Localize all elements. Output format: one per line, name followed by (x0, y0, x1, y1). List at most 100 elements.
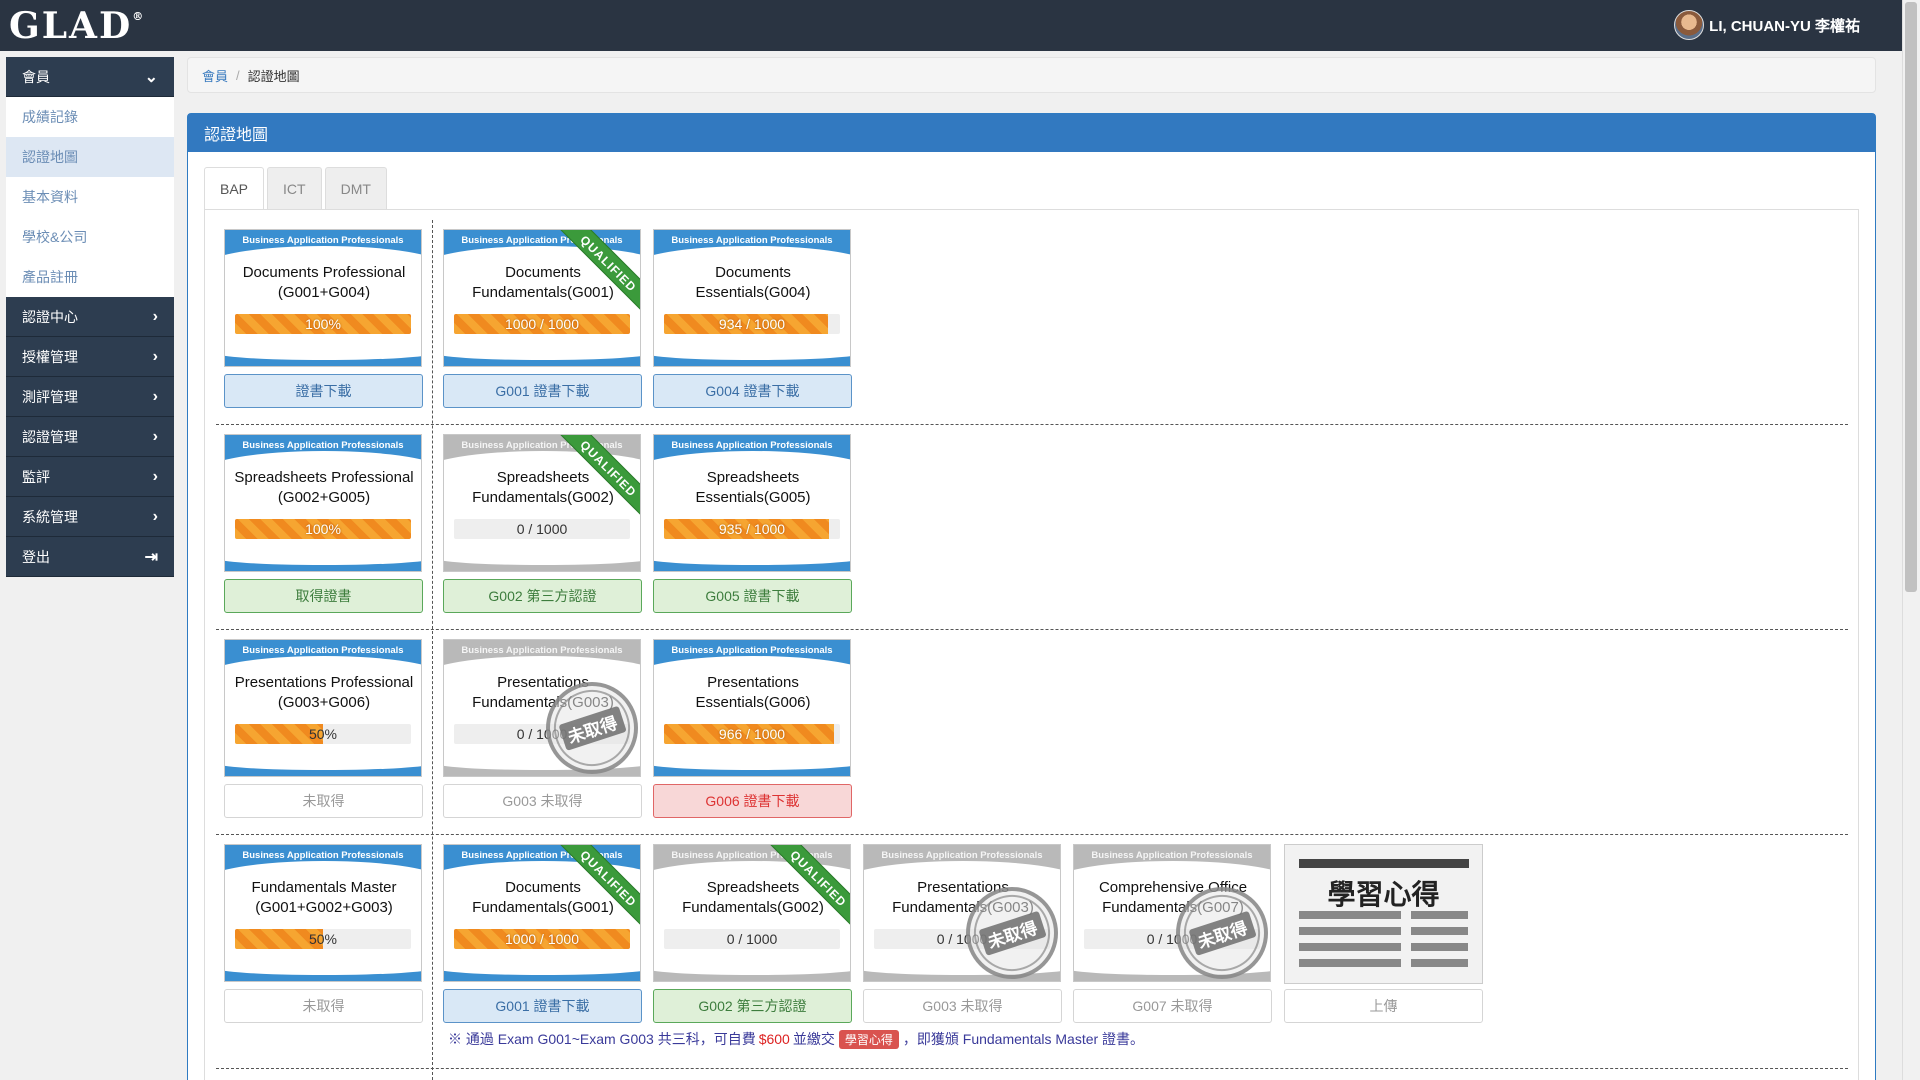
score-progress-bar: 100% (235, 519, 411, 539)
card-footer-arc (444, 346, 640, 360)
breadcrumb: 會員 / 認證地圖 (187, 57, 1876, 93)
sidebar-sub-score-records[interactable]: 成績記錄 (6, 97, 174, 137)
cert-card[interactable]: Business Application Professionals Spread… (653, 844, 851, 982)
cert-action-button[interactable]: 取得證書 (224, 579, 423, 613)
sidebar-sub-cert-map[interactable]: 認證地圖 (6, 137, 174, 177)
cert-card[interactable]: Business Application Professionals Docume… (653, 229, 851, 367)
cert-card[interactable]: Business Application Professionals Docume… (443, 229, 641, 367)
card-title-line: Spreadsheets Professional (234, 469, 414, 486)
cert-action-button[interactable]: G003 未取得 (443, 784, 642, 818)
card-brand-label: Business Application Professionals (671, 850, 833, 861)
sidebar: 會員 ⌄ 成績記錄 認證地圖 基本資料 學校&公司 產品註冊 認證中心 › 授權管… (6, 57, 174, 577)
card-title-line: Documents (715, 264, 791, 281)
cert-card[interactable]: Business Application Professionals Presen… (224, 639, 422, 777)
score-progress-bar: 935 / 1000 (664, 519, 840, 539)
note-price: $600 (758, 1031, 790, 1047)
user-menu[interactable]: LI, CHUAN-YU 李權祐 (1674, 10, 1860, 40)
cert-card[interactable]: Business Application Professionals Docume… (224, 229, 422, 367)
cert-card[interactable]: Business Application Professionals Spread… (443, 434, 641, 572)
cert-action-button[interactable]: 證書下載 (224, 374, 423, 408)
notes-header-bar (1299, 859, 1469, 868)
note-prefix: ※ 通過 Exam G001~Exam G003 共三科，可自費 (448, 1031, 756, 1047)
cert-action-button[interactable]: 未取得 (224, 784, 423, 818)
breadcrumb-current: 認證地圖 (247, 68, 300, 84)
cert-card[interactable]: Business Application Professionals Presen… (863, 844, 1061, 982)
cert-card[interactable]: Business Application Professionals Presen… (653, 639, 851, 777)
card-footer-arc (444, 551, 640, 565)
study-notes-card[interactable]: 學習心得 (1284, 844, 1483, 984)
progress-text: 1000 / 1000 (505, 316, 579, 332)
cert-action-button[interactable]: G006 證書下載 (653, 784, 852, 818)
sidebar-item-label: 認證管理 (22, 428, 78, 445)
sidebar-item-assessment-mgmt[interactable]: 測評管理 › (6, 377, 174, 417)
progress-text: 100% (305, 521, 341, 537)
cert-action-button[interactable]: G002 第三方認證 (653, 989, 852, 1023)
sidebar-item-system-mgmt[interactable]: 系統管理 › (6, 497, 174, 537)
notes-text-line (1299, 943, 1401, 951)
cert-action-button[interactable]: G001 證書下載 (443, 374, 642, 408)
cert-action-button[interactable]: G004 證書下載 (653, 374, 852, 408)
cert-card[interactable]: Business Application Professionals Fundam… (224, 844, 422, 982)
card-brand-label: Business Application Professionals (461, 850, 623, 861)
cert-action-button[interactable]: G007 未取得 (1073, 989, 1272, 1023)
sidebar-item-member[interactable]: 會員 ⌄ (6, 57, 174, 97)
logo-registered-mark: ® (132, 10, 144, 23)
tab-bap[interactable]: BAP (204, 167, 265, 209)
sidebar-item-proctor[interactable]: 監評 › (6, 457, 174, 497)
cert-action-button[interactable]: 上傳 (1284, 989, 1483, 1023)
avatar (1674, 10, 1705, 40)
sidebar-sub-school-company[interactable]: 學校&公司 (6, 217, 174, 257)
cert-action-button[interactable]: G003 未取得 (863, 989, 1062, 1023)
sidebar-item-license-mgmt[interactable]: 授權管理 › (6, 337, 174, 377)
card-brand-label: Business Application Professionals (242, 235, 404, 246)
cert-card[interactable]: Business Application Professionals Spread… (224, 434, 422, 572)
sidebar-sub-basic-info[interactable]: 基本資料 (6, 177, 174, 217)
card-title: Presentations Essentials(G006) (658, 673, 848, 713)
study-notes-title: 學習心得 (1327, 879, 1440, 910)
score-progress-bar: 1000 / 1000 (454, 929, 630, 949)
cert-action-button[interactable]: G001 證書下載 (443, 989, 642, 1023)
cert-card[interactable]: Business Application Professionals Docume… (443, 844, 641, 982)
score-progress-bar: 1000 / 1000 (454, 314, 630, 334)
score-progress-bar: 0 / 1000 (664, 929, 840, 949)
card-title: Documents Professional (G001+G004) (229, 263, 419, 303)
stamp-label: 未取得 (1187, 910, 1257, 956)
card-title-line: (G003+G006) (277, 694, 371, 711)
cert-action-button[interactable]: 未取得 (224, 989, 423, 1023)
sidebar-item-cert-center[interactable]: 認證中心 › (6, 297, 174, 337)
page-scrollbar[interactable] (1902, 0, 1920, 1080)
tab-ict[interactable]: ICT (267, 167, 322, 209)
card-title-line: (G001+G004) (277, 284, 371, 301)
card-footer-arc (444, 961, 640, 975)
breadcrumb-separator: / (236, 67, 240, 83)
card-title-line: Documents Professional (242, 264, 406, 281)
cert-action-button[interactable]: G002 第三方認證 (443, 579, 642, 613)
breadcrumb-home-link[interactable]: 會員 (202, 66, 228, 85)
card-brand-label: Business Application Professionals (242, 645, 404, 656)
scrollbar-thumb[interactable] (1905, 2, 1917, 592)
glad-logo[interactable]: GLAD ® (9, 5, 144, 47)
progress-text: 50% (308, 931, 338, 947)
cert-card[interactable]: Business Application Professionals Presen… (443, 639, 641, 777)
cert-card[interactable]: Business Application Professionals Compre… (1073, 844, 1271, 982)
notes-text-line (1411, 911, 1468, 919)
card-footer-arc (225, 551, 421, 565)
sidebar-item-cert-mgmt[interactable]: 認證管理 › (6, 417, 174, 457)
cert-action-button[interactable]: G005 證書下載 (653, 579, 852, 613)
card-brand-label: Business Application Professionals (1091, 850, 1253, 861)
card-footer-arc (225, 961, 421, 975)
progress-text: 0 / 1000 (516, 521, 568, 537)
column-divider (432, 220, 433, 1080)
note-suffix: ，即獲頒 Fundamentals Master 證書。 (902, 1031, 1145, 1047)
notes-text-line (1299, 927, 1401, 935)
card-title-line: (G002+G005) (277, 489, 371, 506)
sidebar-item-logout[interactable]: 登出 ⇥ (6, 537, 174, 577)
sidebar-sub-product-registration[interactable]: 產品註冊 (6, 257, 174, 297)
cert-card[interactable]: Business Application Professionals Spread… (653, 434, 851, 572)
score-progress-bar: 100% (235, 314, 411, 334)
card-title: Spreadsheets Essentials(G005) (658, 468, 848, 508)
sidebar-item-label: 登出 (22, 548, 50, 565)
card-title: Documents Essentials(G004) (658, 263, 848, 303)
card-brand-label: Business Application Professionals (461, 440, 623, 451)
tab-dmt[interactable]: DMT (324, 167, 387, 209)
